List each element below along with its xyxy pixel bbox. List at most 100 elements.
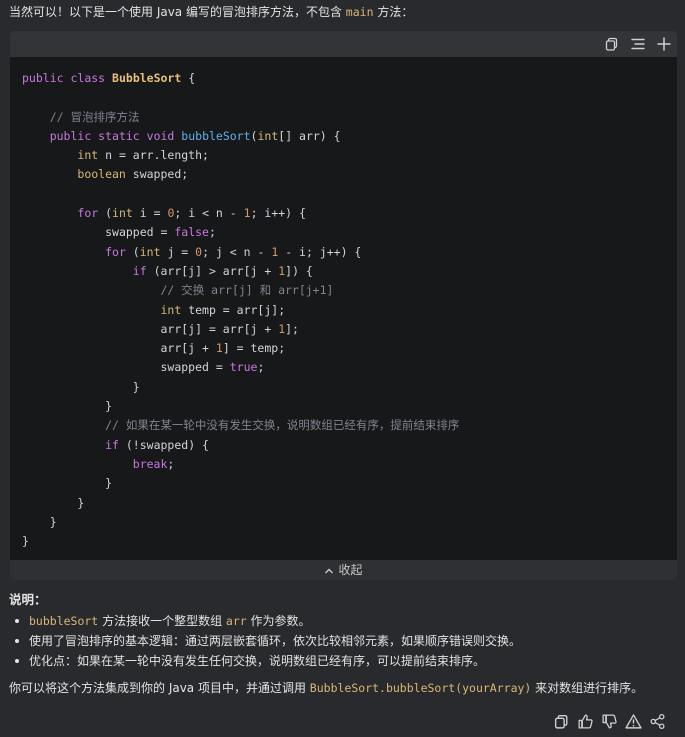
copy-icon[interactable] [553,713,570,730]
thumbs-down-icon[interactable] [601,713,618,730]
code-line: int n = arr.length; [22,146,459,165]
code-line: for (int j = 0; j < n - 1 - i; j++) { [22,243,459,262]
code-token: ]) { [285,263,313,278]
code-content: public class BubbleSort { // 冒泡排序方法 publ… [22,69,459,551]
code-token: 1 [215,341,223,356]
code-token: n = arr.length; [98,148,209,163]
code-token: } [132,379,140,394]
code-token: public static [49,128,140,143]
code-line: if (!swapped) { [22,436,459,455]
share-icon[interactable] [649,713,666,730]
code-token: - i; j++) { [278,244,362,259]
code-comment: // 交换 arr[j] 和 arr[j+1] [160,283,334,298]
code-token: } [77,495,85,510]
code-token: for [105,244,126,259]
code-line: // 交换 arr[j] 和 arr[j+1] [22,281,459,300]
code-line: } [22,378,459,397]
code-token: ]; [285,321,299,336]
code-token: (arr[j] > arr[j + [146,263,279,278]
list-item: bubbleSort 方法接收一个整型数组 arr 作为参数。 [9,611,521,631]
code-line: int temp = arr[j]; [22,301,459,320]
copy-icon[interactable] [604,36,620,52]
code-line: // 如果在某一轮中没有发生交换，说明数组已经有序，提前结束排序 [22,416,459,435]
explanation-list: bubbleSort 方法接收一个整型数组 arr 作为参数。 使用了冒泡排序的… [9,611,521,671]
collapse-button[interactable]: 收起 [10,560,677,580]
code-comment: // 如果在某一轮中没有发生交换，说明数组已经有序，提前结束排序 [105,418,460,433]
code-token: [] arr) { [278,128,341,143]
code-token: ; i < n - [174,206,244,221]
code-line: arr[j + 1] = temp; [22,339,459,358]
code-token: int [77,148,99,163]
code-token: ( [125,244,140,259]
intro-inline-code: main [345,5,374,19]
code-token: public [22,71,64,85]
code-token: i = [132,206,168,221]
code-token: } [49,514,57,529]
code-token: } [105,476,113,491]
outline-icon[interactable] [630,36,646,52]
list-text: 使用了冒泡排序的基本逻辑：通过两层嵌套循环，依次比较相邻元素，如果顺序错误则交换… [29,634,522,648]
code-line: boolean swapped; [22,165,459,184]
code-line: } [22,532,459,551]
code-line: // 冒泡排序方法 [22,108,459,127]
code-token: false [174,225,209,240]
code-token: if [105,437,119,452]
code-token: 1 [243,206,251,221]
code-token: int [112,206,133,221]
code-token: boolean [77,167,126,182]
explanation-title: 说明： [9,592,47,607]
list-text: 作为参数。 [246,614,311,628]
code-token: } [105,399,113,414]
code-token: bubbleSort [181,128,251,143]
list-text: 优化点：如果在某一轮中没有发生任何交换，说明数组已经有序，可以提前结束排序。 [29,654,486,668]
code-token: } [22,534,29,549]
code-token: swapped = [105,225,175,240]
message-actions [553,713,673,731]
code-token: void [146,128,175,143]
outro-inline-code: BubbleSort.bubbleSort(yourArray) [309,681,532,695]
code-token: class [70,71,106,85]
code-line: } [22,494,459,513]
inline-code: bubbleSort [29,614,99,628]
code-line: public class BubbleSort { [22,69,459,88]
code-token: swapped = [160,360,230,375]
code-token: swapped; [125,167,189,182]
plus-icon[interactable] [656,36,672,52]
code-line: break; [22,455,459,474]
list-item: 优化点：如果在某一轮中没有发生任何交换，说明数组已经有序，可以提前结束排序。 [9,651,521,671]
code-line: if (arr[j] > arr[j + 1]) { [22,262,459,281]
inline-code: arr [225,614,247,628]
intro-text: 当然可以！以下是一个使用 Java 编写的冒泡排序方法，不包含 main 方法： [9,4,413,20]
outro-before: 你可以将这个方法集成到你的 Java 项目中，并通过调用 [9,681,310,695]
code-token: ; j < n - [202,244,272,259]
code-token: arr[j + [160,341,216,356]
code-line: swapped = true; [22,358,459,377]
code-token: if [132,263,147,278]
code-token: true [229,360,258,375]
collapse-label: 收起 [338,563,363,577]
code-line: public static void bubbleSort(int[] arr)… [22,127,459,146]
warning-icon[interactable] [625,713,642,730]
code-token: break [132,456,168,471]
code-token: ; i++) { [250,206,306,221]
code-token: ( [98,206,113,221]
code-token: temp = arr[j]; [181,302,286,317]
code-token: int [139,244,161,259]
code-token: { [181,71,196,85]
code-line: arr[j] = arr[j + 1]; [22,320,459,339]
code-token: int [257,128,279,143]
code-token: arr[j] = arr[j + [160,321,279,336]
code-token: ; [208,225,216,240]
code-token: (!swapped) { [118,437,209,452]
code-token: j = [160,244,196,259]
code-token: ] = temp; [222,341,286,356]
code-block: public class BubbleSort { // 冒泡排序方法 publ… [10,31,677,580]
code-toolbar [10,31,677,57]
code-token: ; [257,360,265,375]
thumbs-up-icon[interactable] [577,713,594,730]
intro-after: 方法： [373,5,414,19]
outro-text: 你可以将这个方法集成到你的 Java 项目中，并通过调用 BubbleSort.… [9,679,643,697]
code-token: ; [167,456,175,471]
